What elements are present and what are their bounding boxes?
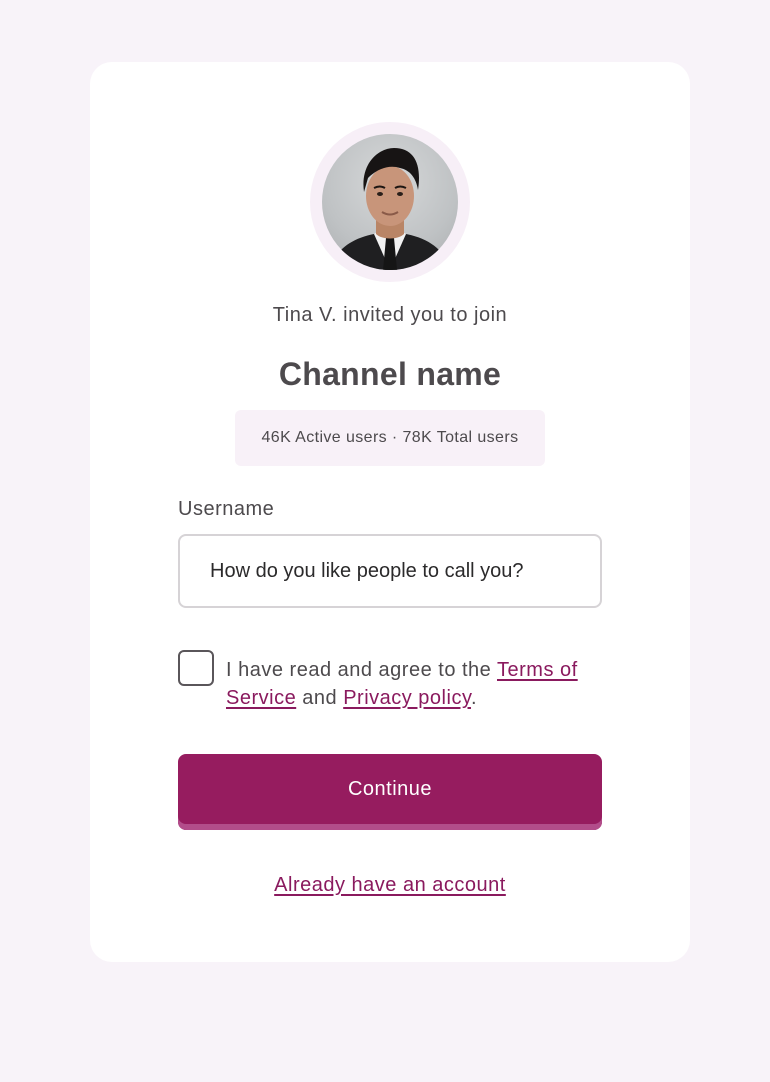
channel-stats-badge: 46K Active users · 78K Total users <box>235 410 545 466</box>
terms-checkbox[interactable] <box>178 650 214 686</box>
inviter-text: Tina V. invited you to join <box>272 304 508 326</box>
terms-middle-text: and <box>296 687 344 709</box>
username-label: Username <box>178 498 275 520</box>
continue-button[interactable]: Continue <box>178 754 602 830</box>
terms-text: I have read and agree to the Terms of Se… <box>226 656 606 712</box>
avatar <box>322 134 458 270</box>
channel-stats-text: 46K Active users · 78K Total users <box>261 429 519 446</box>
privacy-policy-link[interactable]: Privacy policy <box>343 687 471 709</box>
already-have-account-link[interactable]: Already have an account <box>274 874 506 896</box>
terms-prefix-text: I have read and agree to the <box>226 659 497 681</box>
invite-card: Tina V. invited you to join Channel name… <box>90 62 690 962</box>
avatar-ring <box>310 122 470 282</box>
channel-name: Channel name <box>278 356 502 392</box>
username-input[interactable] <box>178 534 602 608</box>
terms-suffix-text: . <box>470 687 478 709</box>
login-link-container: Already have an account <box>90 874 690 897</box>
user-avatar-photo-icon <box>330 148 450 270</box>
